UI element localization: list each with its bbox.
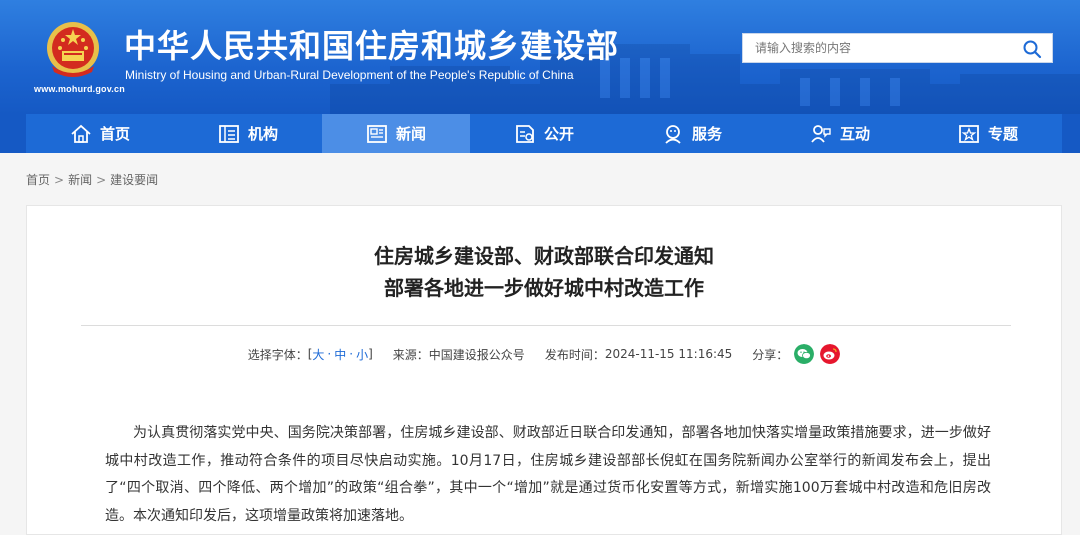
nav-label: 服务 — [691, 125, 722, 143]
nav-label: 新闻 — [395, 125, 426, 143]
source-value: 中国建设报公众号 — [428, 347, 525, 362]
weibo-icon[interactable] — [820, 344, 841, 364]
article-body: 为认真贯彻落实党中央、国务院决策部署，住房城乡建设部、财政部近日联合印发通知，部… — [105, 425, 991, 524]
share-label: 分享： — [752, 347, 789, 362]
nav-label: 首页 — [99, 125, 130, 143]
nav-item-home[interactable]: 首页 — [26, 114, 174, 153]
wechat-icon[interactable] — [794, 344, 815, 364]
bracket-close: ] — [368, 347, 373, 361]
breadcrumb-home[interactable]: 首页 — [26, 173, 50, 187]
breadcrumb-separator: > — [54, 173, 65, 187]
article-card: 住房城乡建设部、财政部联合印发通知 部署各地进一步做好城中村改造工作 选择字体：… — [26, 205, 1062, 535]
nav-item-service[interactable]: 服务 — [618, 114, 766, 153]
topic-icon — [959, 124, 979, 143]
nav-label: 互动 — [839, 125, 870, 143]
font-size-small[interactable]: 小 — [356, 346, 368, 363]
news-icon — [367, 124, 387, 143]
article-title-line1: 住房城乡建设部、财政部联合印发通知 — [374, 244, 714, 268]
search-input[interactable] — [743, 34, 1027, 62]
main-nav: 首页 机构 新闻 公开 服务 互动 专题 — [26, 114, 1062, 153]
site-title: 中华人民共和国住房和城乡建设部 — [124, 27, 620, 65]
home-icon — [71, 124, 91, 143]
national-emblem-icon — [47, 22, 99, 77]
font-size-sep: · — [327, 347, 332, 361]
font-size-sep: · — [349, 347, 354, 361]
main-nav-bar: 首页 机构 新闻 公开 服务 互动 专题 — [0, 114, 1080, 153]
nav-item-open[interactable]: 公开 — [470, 114, 618, 153]
share-group: 分享： — [752, 344, 841, 364]
font-size-label: 选择字体： — [247, 347, 308, 362]
date-value: 2024-11-15 11:16:45 — [604, 347, 733, 361]
breadcrumb-news[interactable]: 新闻 — [68, 173, 92, 187]
date-label: 发布时间： — [544, 347, 605, 362]
source-label: 来源： — [392, 347, 429, 362]
site-header: www.mohurd.gov.cn 中华人民共和国住房和城乡建设部 Minist… — [0, 0, 1080, 114]
open-icon — [516, 124, 534, 143]
nav-item-org[interactable]: 机构 — [174, 114, 322, 153]
service-icon — [665, 124, 681, 144]
nav-item-interact[interactable]: 互动 — [766, 114, 914, 153]
site-title-en: Ministry of Housing and Urban-Rural Deve… — [125, 68, 574, 82]
nav-item-news[interactable]: 新闻 — [322, 114, 470, 153]
font-size-selector: 选择字体： [ 大 · 中 · 小 ] — [248, 346, 373, 363]
nav-item-topic[interactable]: 专题 — [914, 114, 1062, 153]
org-icon — [219, 124, 239, 143]
nav-label: 专题 — [987, 125, 1018, 143]
article-title-line2: 部署各地进一步做好城中村改造工作 — [384, 276, 704, 300]
title-divider — [81, 325, 1011, 326]
breadcrumb-separator: > — [96, 173, 107, 187]
breadcrumb-current[interactable]: 建设要闻 — [110, 173, 158, 187]
search-box — [742, 33, 1053, 63]
font-size-medium[interactable]: 中 — [334, 346, 346, 363]
article-date: 发布时间： 2024-11-15 11:16:45 — [545, 346, 732, 363]
search-icon[interactable] — [1022, 39, 1042, 59]
interact-icon — [811, 124, 831, 143]
article-meta: 选择字体： [ 大 · 中 · 小 ] 来源： 中国建设报公众号 发布时间： 2… — [27, 344, 1061, 364]
site-url: www.mohurd.gov.cn — [34, 84, 125, 94]
nav-label: 公开 — [543, 125, 574, 143]
font-size-large[interactable]: 大 — [312, 346, 324, 363]
article-source: 来源： 中国建设报公众号 — [393, 346, 525, 363]
breadcrumb: 首页 > 新闻 > 建设要闻 — [26, 171, 158, 188]
nav-label: 机构 — [247, 125, 278, 143]
